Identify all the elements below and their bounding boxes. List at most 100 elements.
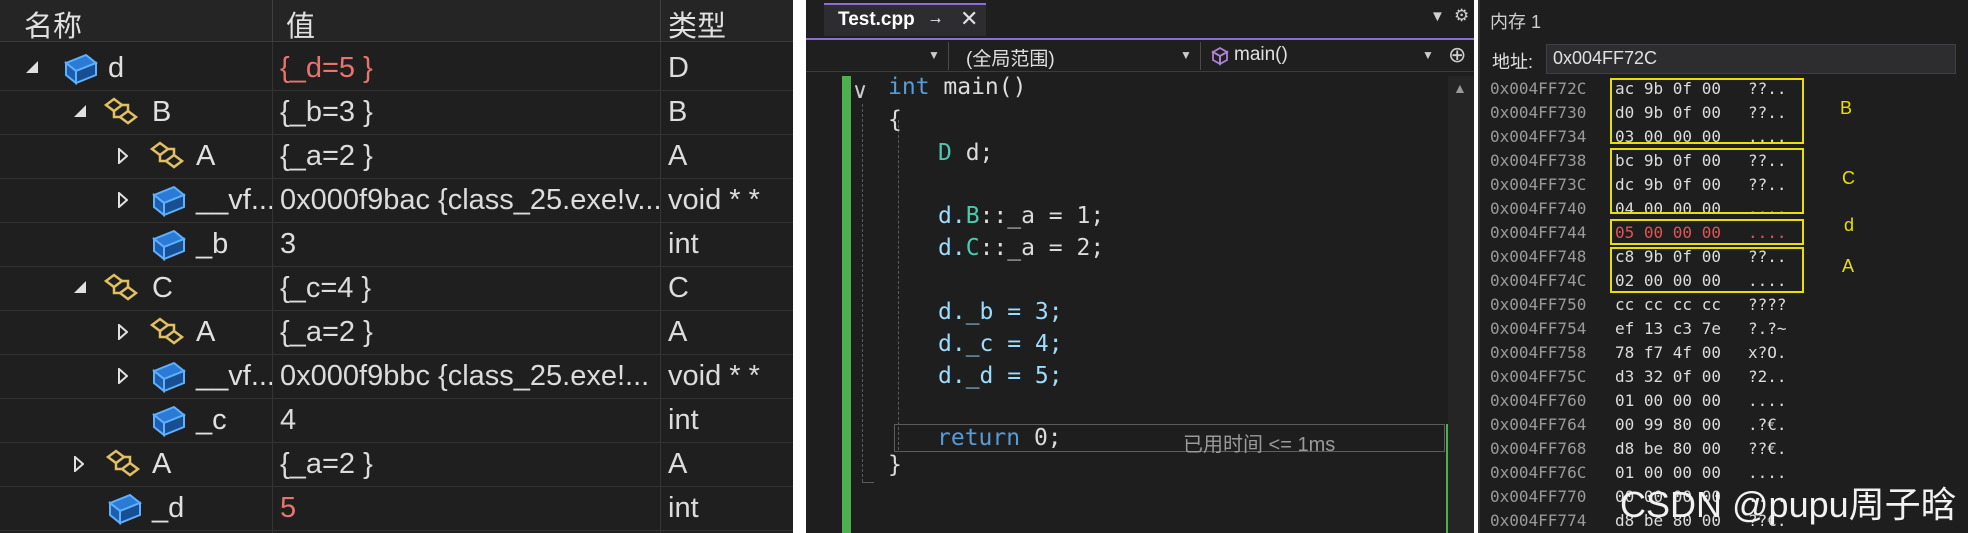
- expand-arrow-icon[interactable]: [118, 192, 128, 208]
- memory-panel-title: 内存 1: [1490, 12, 1542, 32]
- address-bar: 地址: 0x004FF72C: [1480, 44, 1968, 76]
- memory-row[interactable]: 0x004FF754 ef 13 c3 7e ?.?~: [1480, 318, 1968, 342]
- expand-arrow-icon[interactable]: [118, 368, 128, 384]
- current-line-highlight[interactable]: return 0; 已用时间 <= 1ms: [894, 424, 1445, 456]
- watch-value: 0x000f9bbc {class_25.exe!...: [280, 360, 650, 392]
- fold-chevron-icon[interactable]: ∨: [852, 78, 868, 104]
- watch-value: {_a=2 }: [280, 140, 373, 172]
- scroll-up-icon[interactable]: ▲: [1453, 80, 1467, 96]
- scope-selector[interactable]: (全局范围) ▼: [956, 42, 1196, 70]
- watch-row[interactable]: B {_b=3 } B: [0, 91, 793, 135]
- watch-row[interactable]: _c 4 int: [0, 399, 793, 443]
- memory-ascii: .?€.: [1748, 415, 1787, 434]
- expand-arrow-icon[interactable]: [74, 456, 84, 472]
- close-icon[interactable]: ✕: [960, 6, 978, 32]
- collapse-arrow-icon[interactable]: [26, 61, 38, 73]
- watch-type: int: [668, 228, 699, 260]
- memory-address: 0x004FF748: [1490, 247, 1587, 266]
- watch-row[interactable]: C {_c=4 } C: [0, 267, 793, 311]
- watch-name: A: [196, 316, 216, 348]
- memory-row[interactable]: 0x004FF758 78 f7 4f 00 x?O.: [1480, 342, 1968, 366]
- watch-type: int: [668, 492, 699, 524]
- annotation-label-d: d: [1844, 215, 1855, 235]
- watch-panel: 名称 值 类型 d {_d=5 } D B {_b=3 } B A {_a=2 …: [0, 0, 793, 533]
- annotation-box-c: [1610, 148, 1804, 214]
- watch-header: 名称 值 类型: [0, 0, 793, 45]
- editor-tabstrip: Test.cpp ⭢ ✕ ▼ ⚙: [806, 0, 1474, 36]
- watch-value: {_b=3 }: [280, 96, 373, 128]
- watch-row[interactable]: A {_a=2 } A: [0, 443, 793, 487]
- memory-address: 0x004FF738: [1490, 151, 1587, 170]
- column-header-name[interactable]: 名称: [24, 3, 82, 45]
- annotation-box-d: [1610, 219, 1804, 245]
- watch-row[interactable]: __vf... 0x000f9bbc {class_25.exe!... voi…: [0, 355, 793, 399]
- watch-type: A: [668, 316, 688, 348]
- memory-address: 0x004FF758: [1490, 343, 1587, 362]
- code-line[interactable]: }: [888, 452, 902, 478]
- code-line[interactable]: d._b = 3;: [938, 299, 1063, 325]
- chevron-down-icon: ▼: [928, 48, 940, 62]
- watch-row[interactable]: A {_a=2 } A: [0, 135, 793, 179]
- memory-row[interactable]: 0x004FF75C d3 32 0f 00 ?2..: [1480, 366, 1968, 390]
- watch-type: void * *: [668, 184, 760, 216]
- memory-row[interactable]: 0x004FF764 00 99 80 00 .?€.: [1480, 414, 1968, 438]
- pin-icon[interactable]: ⭢: [930, 11, 941, 28]
- code-line[interactable]: d._c = 4;: [938, 331, 1063, 357]
- watch-row[interactable]: _b 3 int: [0, 223, 793, 267]
- code-line[interactable]: d.B::_a = 1;: [938, 203, 1104, 229]
- code-line[interactable]: d._d = 5;: [938, 363, 1063, 389]
- code-editor: Test.cpp ⭢ ✕ ▼ ⚙ ▼ (全局范围) ▼ main() ▼ ⊕ ▲…: [806, 0, 1474, 533]
- elapsed-time-hint: 已用时间 <= 1ms: [1183, 434, 1336, 456]
- object-cube-icon: [152, 229, 186, 262]
- memory-hex: 78 f7 4f 00: [1615, 343, 1721, 362]
- collapse-arrow-icon[interactable]: [74, 281, 86, 293]
- watch-value: 0x000f9bac {class_25.exe!v...: [280, 184, 660, 216]
- address-input[interactable]: 0x004FF72C: [1546, 44, 1956, 74]
- memory-address: 0x004FF734: [1490, 127, 1587, 146]
- scope-selector-label: (全局范围): [966, 49, 1055, 70]
- watch-row[interactable]: d {_d=5 } D: [0, 47, 793, 91]
- watch-row[interactable]: __vf... 0x000f9bac {class_25.exe!v... vo…: [0, 179, 793, 223]
- base-class-icon: [103, 273, 139, 301]
- watch-value: {_c=4 }: [280, 272, 372, 304]
- function-selector-label: main(): [1234, 44, 1288, 65]
- watch-type: B: [668, 96, 688, 128]
- memory-address: 0x004FF768: [1490, 439, 1587, 458]
- memory-address: 0x004FF774: [1490, 511, 1587, 530]
- memory-hex: 01 00 00 00: [1615, 391, 1721, 410]
- memory-row[interactable]: 0x004FF760 01 00 00 00....: [1480, 390, 1968, 414]
- tab-list-dropdown-icon[interactable]: ▼: [1430, 8, 1445, 25]
- base-class-icon: [149, 317, 185, 345]
- address-label: 地址:: [1492, 52, 1534, 72]
- vertical-scrollbar[interactable]: ▲: [1448, 76, 1474, 533]
- expand-arrow-icon[interactable]: [118, 148, 128, 164]
- expand-arrow-icon[interactable]: [118, 324, 128, 340]
- base-class-icon: [105, 449, 141, 477]
- base-class-icon: [103, 97, 139, 125]
- tab-test-cpp[interactable]: Test.cpp ⭢ ✕: [824, 3, 986, 36]
- memory-panel: 内存 1 地址: 0x004FF72C 0x004FF72C ac 9b 0f 0…: [1478, 0, 1968, 533]
- memory-row[interactable]: 0x004FF750 cc cc cc cc????: [1480, 294, 1968, 318]
- watch-value: 5: [280, 492, 297, 524]
- project-selector[interactable]: ▼: [806, 42, 944, 70]
- gear-icon[interactable]: ⚙: [1454, 6, 1469, 26]
- split-view-icon[interactable]: ⊕: [1448, 42, 1466, 68]
- code-line[interactable]: D d;: [938, 140, 993, 166]
- watch-value: {_a=2 }: [280, 448, 373, 480]
- code-line[interactable]: d.C::_a = 2;: [938, 235, 1104, 261]
- memory-address: 0x004FF740: [1490, 199, 1587, 218]
- watch-value: {_d=5 }: [280, 52, 373, 84]
- column-header-type[interactable]: 类型: [668, 3, 726, 45]
- watch-row[interactable]: A {_a=2 } A: [0, 311, 793, 355]
- annotation-box-b: [1610, 78, 1804, 144]
- watch-row[interactable]: _d 5 int: [0, 487, 793, 531]
- watch-name: C: [152, 272, 173, 304]
- chevron-down-icon: ▼: [1422, 48, 1434, 62]
- object-cube-icon: [64, 53, 98, 86]
- column-header-value[interactable]: 值: [286, 3, 315, 45]
- code-line[interactable]: int main(): [888, 74, 1026, 100]
- memory-row[interactable]: 0x004FF768 d8 be 80 00 ??€.: [1480, 438, 1968, 462]
- function-selector[interactable]: main() ▼: [1204, 42, 1438, 70]
- collapse-arrow-icon[interactable]: [74, 105, 86, 117]
- code-line[interactable]: {: [888, 107, 902, 133]
